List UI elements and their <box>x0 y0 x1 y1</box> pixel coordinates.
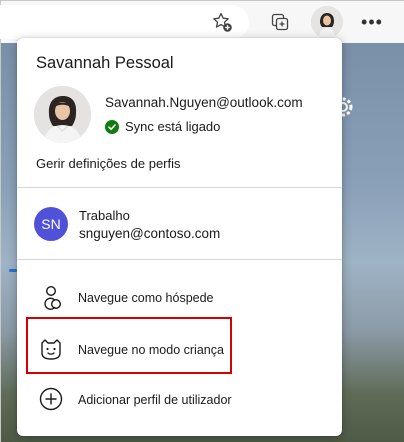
profile-avatar-button[interactable] <box>311 6 343 38</box>
more-icon[interactable]: ••• <box>357 7 387 37</box>
highlight-box <box>26 317 232 374</box>
add-circle-icon <box>37 385 65 413</box>
add-profile-button[interactable]: Adicionar perfil de utilizador <box>17 377 342 423</box>
divider <box>17 259 342 260</box>
check-circle-icon <box>105 119 119 134</box>
sync-status: Sync está ligado <box>105 119 220 134</box>
manage-profiles-link[interactable]: Gerir definições de perfis <box>36 156 181 171</box>
profile-name: Savannah Pessoal <box>36 54 174 72</box>
browser-toolbar: ••• <box>0 1 404 43</box>
divider <box>17 187 342 188</box>
collections-icon[interactable] <box>265 7 295 37</box>
profile-email: Savannah.Nguyen@outlook.com <box>105 95 303 110</box>
avatar <box>34 86 91 143</box>
guest-label: Navegue como hóspede <box>78 291 214 305</box>
star-add-icon[interactable] <box>207 7 237 37</box>
guest-icon <box>37 283 65 311</box>
other-profile-avatar: SN <box>34 207 68 241</box>
other-profile-email: snguyen@contoso.com <box>79 226 221 241</box>
sync-status-text: Sync está ligado <box>125 119 221 134</box>
browse-as-guest-button[interactable]: Navegue como hóspede <box>17 275 342 321</box>
other-profile-item[interactable]: SN Trabalho snguyen@contoso.com <box>17 198 342 250</box>
background-accent <box>9 269 17 272</box>
add-profile-label: Adicionar perfil de utilizador <box>78 393 232 407</box>
other-profile-name: Trabalho <box>79 208 130 223</box>
profile-flyout: Savannah Pessoal Savannah.Nguyen@outlook… <box>17 38 342 436</box>
